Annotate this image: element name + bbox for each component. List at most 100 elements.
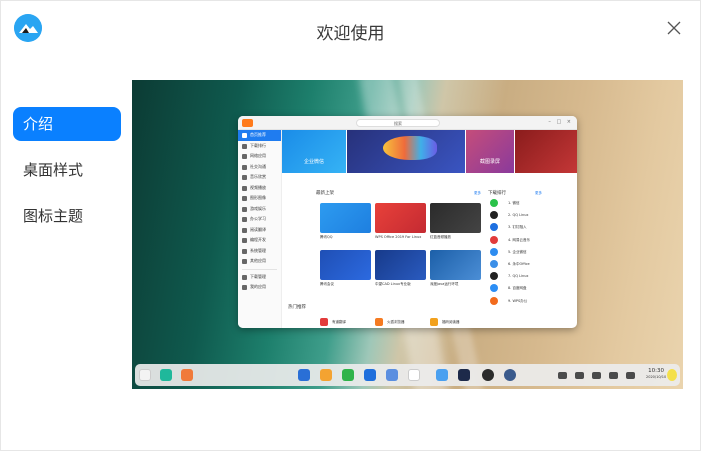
list-item: 4. 网易云音乐 [488, 234, 542, 246]
app-card-name: WPS Office 2019 For Linux [375, 235, 422, 239]
list-item-label: 9. WPS办公 [508, 298, 528, 303]
sidebar-nav: 介绍 桌面样式 图标主题 [13, 107, 121, 245]
more-link: 更多 [535, 191, 542, 195]
settings-icon [504, 369, 516, 381]
taskbar-clock: 10:30 2020/10/10 [646, 368, 666, 380]
section-title: 热门推荐 [288, 305, 306, 310]
store-sidebar-item: 社交沟通 [238, 162, 281, 173]
dingtalk-icon [490, 223, 498, 232]
firefox-icon [375, 318, 383, 326]
list-item: 3. 钉钉融入 [488, 221, 542, 233]
window-title: 欢迎使用 [316, 24, 385, 44]
baidu-netdisk-icon [490, 284, 498, 293]
store-sidebar-item: 下载排行 [238, 141, 281, 152]
list-item: 6. 永中Office [488, 258, 542, 270]
image-viewer-icon [458, 369, 470, 381]
store-sidebar-item: 办公学习 [238, 214, 281, 225]
list-item: 火狐浏览器 [375, 318, 415, 326]
app-store-banner: 企业微信 截图录屏 [282, 130, 577, 173]
close-icon[interactable] [665, 19, 683, 37]
section-title: 下载排行 [488, 191, 506, 196]
nav-item-icon-theme[interactable]: 图标主题 [13, 199, 121, 233]
banner-fish [347, 130, 465, 173]
browser-icon [386, 369, 398, 381]
list-item: 2. QQ Linux [488, 209, 542, 221]
app-store-window: 搜索 – □ × 首页推荐 下载排行 网络应用 社交沟通 音乐欣赏 视频播放 图… [238, 116, 577, 328]
qq-icon [490, 211, 498, 220]
app-card-name: 红蓝音频播放 [430, 235, 451, 239]
notification-icon [667, 369, 677, 381]
list-item: 8. 百度网盘 [488, 282, 542, 294]
app-store-logo-icon [242, 119, 253, 127]
section-title: 最新上架 [316, 191, 334, 196]
nav-item-intro[interactable]: 介绍 [13, 107, 121, 141]
store-sidebar-item: 游戏娱乐 [238, 204, 281, 215]
wecom-icon [490, 247, 498, 256]
wps-icon [490, 296, 498, 305]
store-sidebar-item: 图形图像 [238, 193, 281, 204]
divider [242, 268, 277, 270]
tray-display-icon [558, 372, 567, 379]
app-store-titlebar: 搜索 – □ × [238, 116, 577, 130]
list-item-label: 1. 微信 [508, 201, 520, 205]
app-card-qq [320, 203, 371, 233]
qq-icon [490, 272, 498, 281]
ranking-list: 1. 微信 2. QQ Linux 3. 钉钉融入 4. 网易云音乐 5. 企业… [488, 197, 542, 307]
app-card-java [430, 250, 481, 280]
store-sidebar-item: 其他应用 [238, 256, 281, 267]
yozo-office-icon [490, 259, 498, 268]
store-sidebar-item: 我的应用 [238, 282, 281, 293]
store-sidebar-item: 音乐欣赏 [238, 172, 281, 183]
store-sidebar-item: 系统管理 [238, 246, 281, 257]
list-item: 福昕阅读器 [430, 318, 470, 326]
list-item-label: 3. 钉钉融入 [508, 225, 527, 230]
wechat-icon [490, 199, 498, 207]
list-item-label: 福昕阅读器 [442, 320, 460, 324]
fish-illustration-icon [383, 136, 437, 160]
list-item: 5. 企业微信 [488, 246, 542, 258]
list-item-label: 火狐浏览器 [387, 320, 405, 324]
app-card-name: 深度Java运行环境 [430, 282, 459, 286]
list-item-label: 4. 网易云音乐 [508, 237, 530, 242]
file-manager-icon [298, 369, 310, 381]
camera-icon [482, 369, 494, 381]
nav-item-desktop-style[interactable]: 桌面样式 [13, 153, 121, 187]
clock-time: 10:30 [648, 368, 665, 374]
tray-volume-icon [575, 372, 584, 379]
app-card-name: 腾讯QQ [320, 235, 333, 239]
more-link: 更多 [474, 191, 481, 195]
list-item-label: 有道翻译 [332, 320, 346, 324]
list-item-label: 8. 百度网盘 [508, 286, 527, 291]
taskbar: 10:30 2020/10/10 [135, 364, 680, 386]
text-editor-icon [436, 369, 448, 381]
banner-label: 企业微信 [303, 159, 324, 165]
tray-battery-icon [609, 372, 618, 379]
tray-power-icon [626, 372, 635, 379]
list-item-label: 7. QQ Linux [508, 274, 529, 279]
window-controls-icon: – □ × [548, 119, 573, 125]
store-sidebar-item: 编程开发 [238, 235, 281, 246]
store-sidebar-item: 下载管理 [238, 272, 281, 283]
app-card-name: 中望CAD Linux专业版 [375, 282, 411, 286]
multitask-icon [160, 369, 172, 381]
app-card-cad [375, 250, 426, 280]
app-store-icon [320, 369, 332, 381]
workspace-icon [181, 369, 193, 381]
app-store-sidebar: 首页推荐 下载排行 网络应用 社交沟通 音乐欣赏 视频播放 图形图像 游戏娱乐 … [238, 130, 282, 328]
app-card-wps [375, 203, 426, 233]
store-sidebar-item: 网络应用 [238, 151, 281, 162]
list-item-label: 6. 永中Office [508, 261, 530, 266]
app-card-meeting [320, 250, 371, 280]
app-card-name: 腾讯会议 [320, 282, 334, 286]
banner-screenshot: 截图录屏 [466, 130, 514, 173]
store-sidebar-item: 阅读翻译 [238, 225, 281, 236]
calendar-icon [408, 369, 420, 381]
youdao-icon [320, 318, 328, 326]
store-sidebar-item: 视频播放 [238, 183, 281, 194]
store-sidebar-item: 首页推荐 [238, 130, 281, 141]
welcome-window: 欢迎使用 介绍 桌面样式 图标主题 搜索 – □ × 首页推荐 下载排行 网络应… [0, 0, 701, 451]
netease-music-icon [490, 235, 498, 244]
tray-network-icon [592, 372, 601, 379]
list-item: 1. 微信 [488, 197, 542, 209]
music-icon [342, 369, 354, 381]
